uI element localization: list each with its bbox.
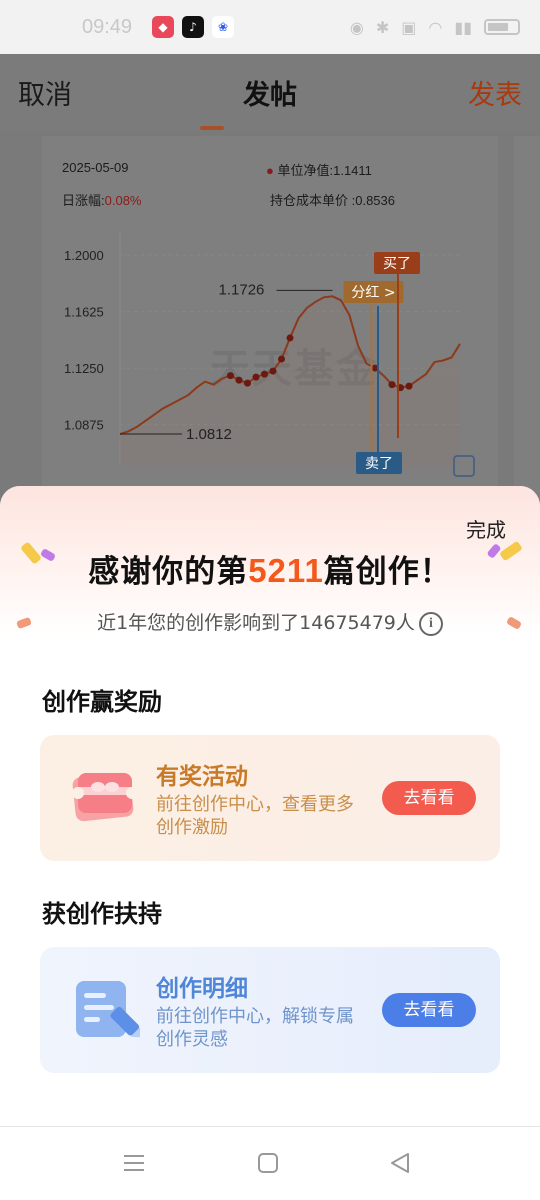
status-time: 09:49 <box>82 15 133 38</box>
data-point <box>244 379 251 387</box>
home-icon[interactable] <box>256 1151 280 1175</box>
app-icon-red: ◆ <box>152 16 174 38</box>
max-value-label: 1.1726 <box>219 281 265 298</box>
data-point <box>235 376 243 384</box>
status-indicators: ◉ ✱ ▣ ◠ ▮▮ <box>350 18 520 37</box>
fund-chart-card: 2025-05-09 日涨幅:0.08% ● 单位净值:1.1411 持仓成本单… <box>42 136 498 506</box>
y-tick-label: 1.1625 <box>64 305 104 320</box>
y-tick-label: 1.0875 <box>64 418 104 433</box>
tab-indicator <box>200 126 224 130</box>
data-point <box>261 370 268 378</box>
thanks-suffix: 篇创作！ <box>323 554 452 590</box>
page-title: 发帖 <box>243 79 297 111</box>
creation-thanks-sheet: 完成 感谢你的第5211篇创作！ 近1年您的创作影响到了14675479人 i 创… <box>0 486 540 1126</box>
reward-card-title: 有奖活动 <box>156 764 248 790</box>
thanks-headline: 感谢你的第5211篇创作！ <box>0 546 540 591</box>
section-title-reward: 创作赢奖励 <box>42 688 162 716</box>
top-nav: 取消 发帖 发表 <box>0 54 540 130</box>
back-icon[interactable] <box>388 1151 412 1175</box>
baidu-icon: ❀ <box>212 16 234 38</box>
signal-icon: ▮▮ <box>454 17 472 37</box>
reward-card-desc: 前往创作中心，查看更多创作激励 <box>156 794 354 838</box>
done-button[interactable]: 完成 <box>466 514 506 543</box>
document-edit-icon <box>76 981 140 1038</box>
info-icon[interactable]: i <box>418 611 443 636</box>
cancel-button[interactable]: 取消 <box>18 73 72 112</box>
data-point <box>286 334 294 342</box>
dividend-marker-label: 分红 > <box>351 285 395 301</box>
bluetooth-icon: ✱ <box>375 17 390 37</box>
detail-card-title: 创作明细 <box>156 976 248 1002</box>
nfc-icon: ◉ <box>349 17 364 37</box>
wifi-icon: ◠ <box>428 17 443 37</box>
publish-button[interactable]: 发表 <box>468 73 522 112</box>
system-nav-bar <box>0 1126 540 1200</box>
sell-marker-label: 卖了 <box>365 456 393 472</box>
creation-detail-card[interactable]: 创作明细 前往创作中心，解锁专属创作灵感 去看看 <box>40 947 500 1073</box>
min-value-label: 1.0812 <box>186 426 232 443</box>
battery-icon <box>484 19 520 35</box>
creation-count: 5211 <box>248 552 324 589</box>
thanks-prefix: 感谢你的第 <box>88 554 249 590</box>
data-point <box>388 381 396 389</box>
reward-go-button[interactable]: 去看看 <box>382 781 476 815</box>
gift-ticket-icon <box>72 772 136 822</box>
y-tick-label: 1.2000 <box>64 248 104 263</box>
data-point <box>405 382 413 390</box>
reward-activity-card[interactable]: 有奖活动 前往创作中心，查看更多创作激励 去看看 <box>40 735 500 861</box>
impact-line: 近1年您的创作影响到了14675479人 i <box>0 608 540 636</box>
section-title-support: 获创作扶持 <box>42 900 162 928</box>
hd-icon: ▣ <box>401 17 417 37</box>
impact-text: 近1年您的创作影响到了14675479人 <box>97 612 415 634</box>
y-tick-label: 1.1250 <box>64 361 104 376</box>
data-point <box>269 367 277 375</box>
data-point <box>278 355 285 363</box>
series-area <box>120 296 460 466</box>
tiktok-icon: ♪ <box>182 16 204 38</box>
detail-card-desc: 前往创作中心，解锁专属创作灵感 <box>156 1006 354 1050</box>
data-point <box>227 372 234 380</box>
fund-line-chart: 1.2000 1.1625 1.1250 1.0875 1.0812 1.1726 分红 >… <box>64 230 475 477</box>
data-point <box>252 373 260 381</box>
menu-icon[interactable] <box>122 1151 146 1175</box>
status-bar: 09:49 ◆ ♪ ❀ ◉ ✱ ▣ ◠ ▮▮ <box>0 0 540 54</box>
buy-marker-label: 买了 <box>383 256 411 272</box>
detail-go-button[interactable]: 去看看 <box>382 993 476 1027</box>
next-card-peek <box>514 136 540 506</box>
